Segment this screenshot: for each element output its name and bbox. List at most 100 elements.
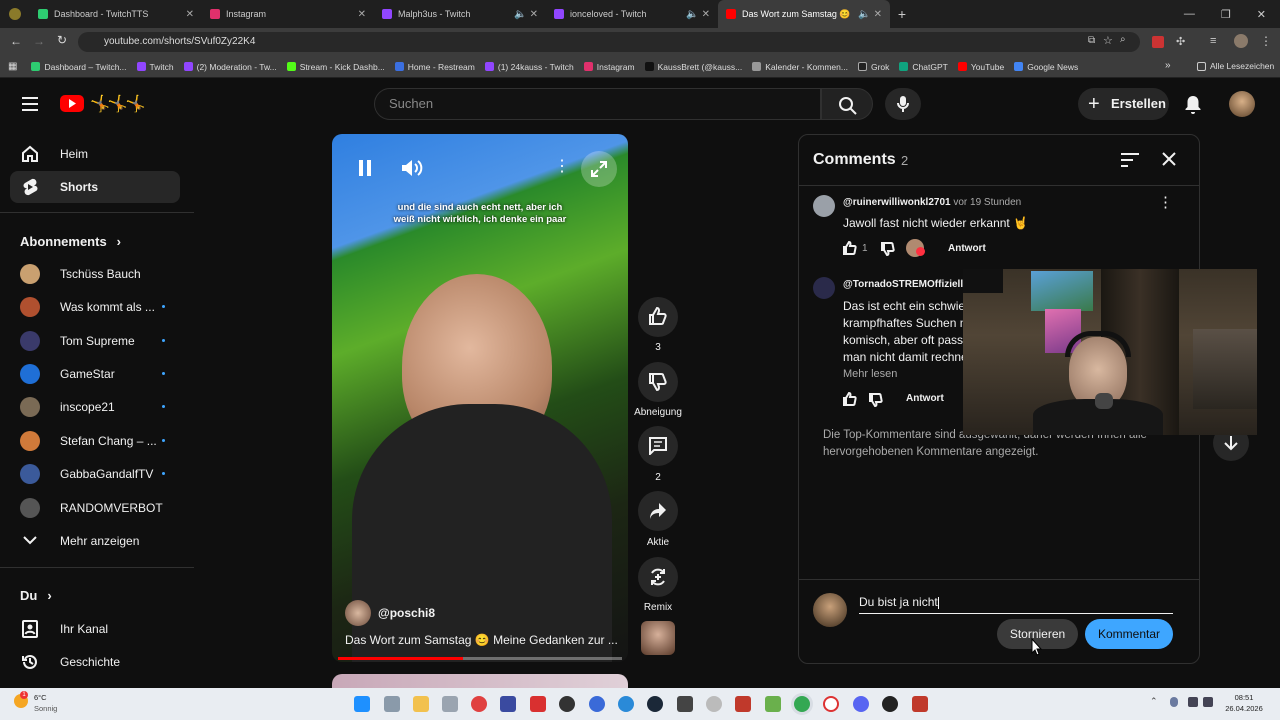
commenter-avatar[interactable] xyxy=(813,195,835,217)
app-icon[interactable] xyxy=(912,696,928,712)
app-icon[interactable] xyxy=(589,696,605,712)
sound-thumbnail[interactable] xyxy=(641,621,675,655)
sidebar-sub-item[interactable]: Was kommt als ... xyxy=(10,291,180,323)
sidebar-sub-item[interactable]: Tom Supreme xyxy=(10,325,180,357)
bookmark-item[interactable]: Dashboard – Twitch... xyxy=(31,62,127,72)
sidebar-sub-item[interactable]: Stefan Chang – ... xyxy=(10,425,180,457)
bookmark-item[interactable]: KaussBrett (@kauss... xyxy=(644,62,742,72)
share-icon[interactable]: ⧉ xyxy=(1088,35,1095,46)
forward-icon[interactable]: → xyxy=(33,34,45,48)
remix-button[interactable] xyxy=(638,557,678,597)
minimize-icon[interactable]: — xyxy=(1184,8,1195,20)
bookmark-item[interactable]: Home - Restream xyxy=(394,62,475,72)
clock-date[interactable]: 26.04.2026 xyxy=(1218,704,1270,713)
back-icon[interactable]: ← xyxy=(10,34,22,48)
opera-icon[interactable] xyxy=(823,696,839,712)
youtube-logo[interactable] xyxy=(60,95,84,112)
search-input[interactable]: Suchen xyxy=(374,88,821,120)
weather-temperature[interactable]: 6°C xyxy=(34,693,47,702)
tab-malph3us[interactable]: Malph3us - Twitch 🔈 ✕ xyxy=(374,0,546,28)
tray-volume-icon[interactable] xyxy=(1203,697,1213,707)
sort-icon[interactable] xyxy=(1121,153,1139,167)
file-explorer-icon[interactable] xyxy=(413,696,429,712)
app-icon[interactable] xyxy=(735,696,751,712)
clock-time[interactable]: 08:51 xyxy=(1218,693,1270,702)
tab-twitchtts[interactable]: Dashboard - TwitchTTS ✕ xyxy=(30,0,202,28)
sidebar-sub-item[interactable]: GameStar xyxy=(10,358,180,390)
bookmark-item[interactable]: Twitch xyxy=(136,62,174,72)
tray-network-icon[interactable] xyxy=(1188,697,1198,707)
comment-author[interactable]: @TornadoSTREMOffiziell xyxy=(843,279,963,290)
bookmark-item[interactable]: (1) 24kauss - Twitch xyxy=(484,62,574,72)
media-icon[interactable]: ≡ xyxy=(1210,35,1216,47)
sidebar-item-shorts[interactable]: Shorts xyxy=(10,171,180,203)
close-icon[interactable]: 🔈 ✕ xyxy=(858,9,882,20)
close-icon[interactable]: ✕ xyxy=(358,9,366,20)
app-icon[interactable] xyxy=(471,696,487,712)
sidebar-item-history[interactable]: Geschichte xyxy=(10,646,180,678)
obs-icon[interactable] xyxy=(882,696,898,712)
bookmark-item[interactable]: (2) Moderation - Tw... xyxy=(183,62,277,72)
tab-youtube-active[interactable]: Das Wort zum Samstag 😊 🔈 ✕ xyxy=(718,0,890,28)
comment-input[interactable]: Du bist ja nicht xyxy=(859,595,1173,614)
like-button[interactable] xyxy=(638,297,678,337)
extension-icon[interactable] xyxy=(1152,36,1164,48)
sidebar-sub-item[interactable]: Tschüss Bauch xyxy=(10,258,180,290)
weather-sun-icon[interactable]: 1 xyxy=(14,691,28,708)
bookmark-item[interactable]: Google News xyxy=(1014,62,1078,72)
close-window-icon[interactable]: ✕ xyxy=(1257,8,1266,21)
read-more-link[interactable]: Mehr lesen xyxy=(843,368,897,380)
bookmark-item[interactable]: Grok xyxy=(857,62,889,72)
tray-mic-icon[interactable] xyxy=(1170,697,1178,707)
thumbs-up-icon[interactable] xyxy=(843,241,857,255)
apps-grid-icon[interactable]: ▦ xyxy=(8,61,17,72)
more-bookmarks-icon[interactable]: » xyxy=(1165,60,1171,71)
windows-start-icon[interactable] xyxy=(354,696,370,712)
bookmark-item[interactable]: Kalender - Kommen... xyxy=(752,62,848,72)
tray-chevron-up-icon[interactable]: ⌃ xyxy=(1150,696,1158,707)
app-icon[interactable] xyxy=(559,696,575,712)
new-tab-button[interactable]: + xyxy=(890,6,914,22)
subscriptions-header[interactable]: Abonnements › xyxy=(20,234,121,249)
fullscreen-button[interactable] xyxy=(581,151,617,187)
voice-search-button[interactable] xyxy=(885,88,921,120)
you-section-header[interactable]: Du › xyxy=(20,588,52,603)
sidebar-item-home[interactable]: Heim xyxy=(10,138,180,170)
sidebar-sub-item[interactable]: GabbaGandalfTV xyxy=(10,458,180,490)
shorts-video-player[interactable]: ⋮ und die sind auch echt nett, aber ich … xyxy=(332,134,628,662)
app-icon[interactable] xyxy=(530,696,546,712)
dislike-button[interactable] xyxy=(638,362,678,402)
video-title[interactable]: Das Wort zum Samstag 😊 Meine Gedanken zu… xyxy=(345,633,618,647)
channel-handle[interactable]: @poschi8 xyxy=(378,606,435,620)
tab-search-button[interactable] xyxy=(0,0,30,28)
reload-icon[interactable]: ↻ xyxy=(57,33,67,47)
thumbs-up-icon[interactable] xyxy=(843,392,857,406)
bookmark-item[interactable]: Stream - Kick Dashb... xyxy=(286,62,385,72)
app-icon[interactable] xyxy=(677,696,693,712)
bookmark-item[interactable]: YouTube xyxy=(957,62,1004,72)
bookmark-item[interactable]: Instagram xyxy=(583,62,635,72)
comment-time[interactable]: vor 19 Stunden xyxy=(953,197,1021,208)
profile-avatar[interactable] xyxy=(1234,34,1248,48)
extensions-puzzle-icon[interactable]: ✣ xyxy=(1176,35,1185,48)
reply-button[interactable]: Antwort xyxy=(948,243,986,254)
account-avatar[interactable] xyxy=(1229,91,1255,117)
all-bookmarks[interactable]: Alle Lesezeichen xyxy=(1197,61,1274,71)
search-button[interactable] xyxy=(821,88,873,120)
hamburger-menu-icon[interactable] xyxy=(21,96,39,112)
zoom-icon[interactable]: ⌕ xyxy=(1120,34,1126,45)
thumbs-down-icon[interactable] xyxy=(881,242,895,256)
weather-description[interactable]: Sonnig xyxy=(34,704,57,713)
pause-icon[interactable] xyxy=(358,160,372,176)
v-app-icon[interactable] xyxy=(500,696,516,712)
close-icon[interactable]: 🔈 ✕ xyxy=(686,9,710,20)
app-icon[interactable] xyxy=(618,696,634,712)
mouse-app-icon[interactable] xyxy=(442,696,458,712)
volume-icon[interactable] xyxy=(401,158,423,178)
calculator-icon[interactable] xyxy=(384,696,400,712)
bookmark-item[interactable]: ChatGPT xyxy=(899,62,948,72)
sidebar-item-your-channel[interactable]: Ihr Kanal xyxy=(10,613,180,645)
comment-author[interactable]: @ruinerwilliwonkl2701 xyxy=(843,197,951,208)
steam-icon[interactable] xyxy=(647,696,663,712)
submit-comment-button[interactable]: Kommentar xyxy=(1085,619,1173,649)
